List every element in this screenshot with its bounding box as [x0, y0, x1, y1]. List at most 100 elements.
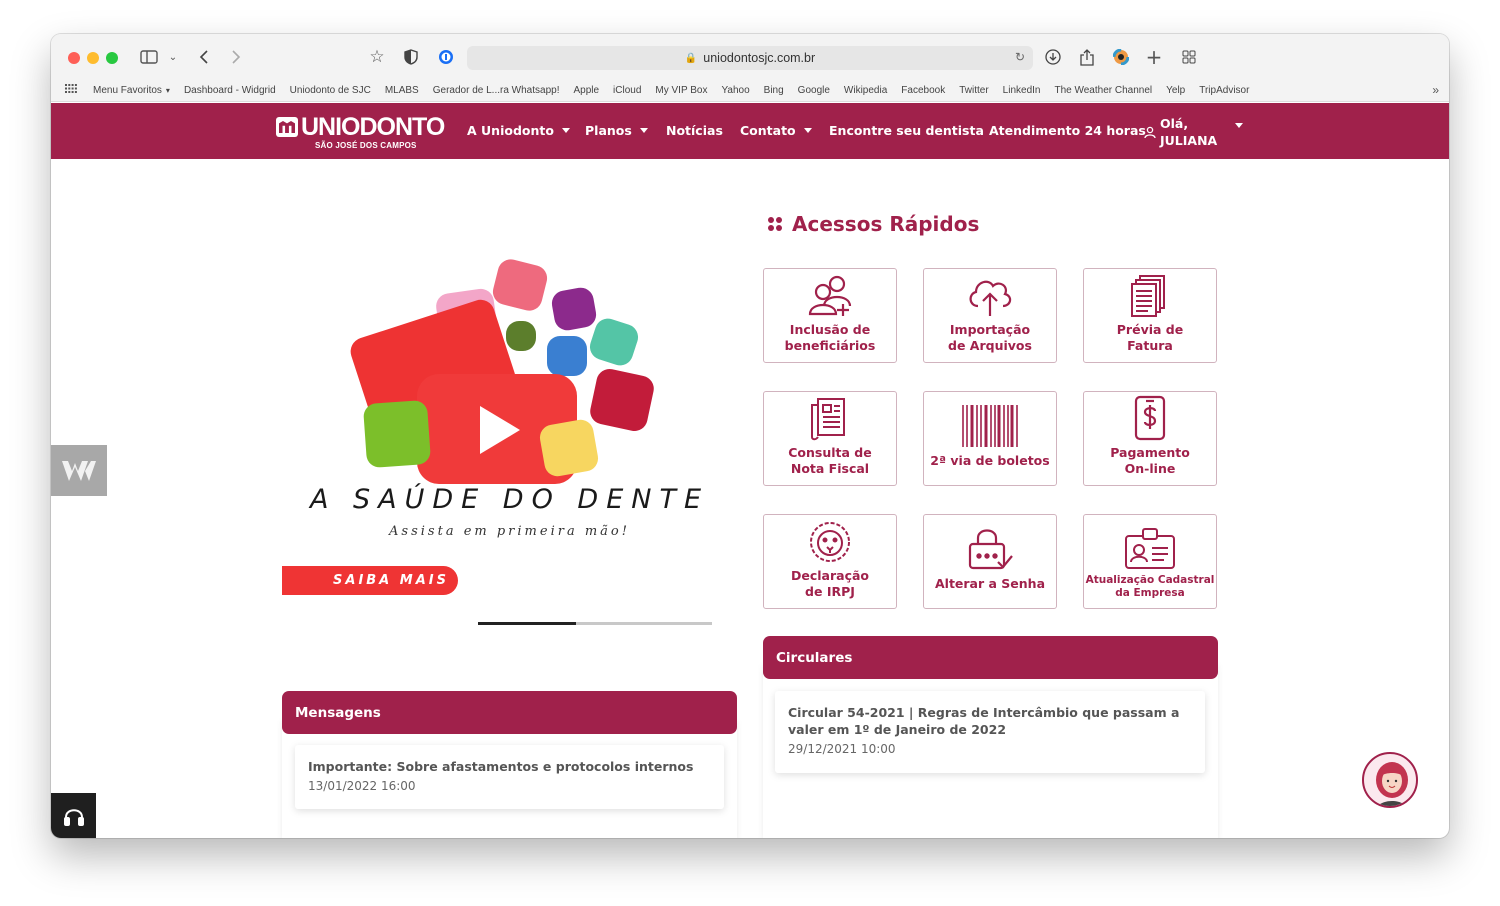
uniodonto-logo[interactable]: UNIODONTO SÃO JOSÉ DOS CAMPOS: [276, 114, 452, 150]
atualizacao-cadastral-button[interactable]: Atualização Cadastral da Empresa: [1083, 514, 1217, 609]
w-logo-icon: [62, 460, 96, 481]
qa-label: Atualização Cadastral da Empresa: [1085, 574, 1215, 599]
circular-title: Circular 54-2021 | Regras de Intercâmbio…: [788, 705, 1180, 737]
tab-overview-icon[interactable]: [1179, 47, 1199, 67]
close-window-button[interactable]: [68, 52, 80, 64]
nav-atendimento-24h[interactable]: Atendimento 24 horas: [989, 123, 1146, 138]
quick-access-grid: Inclusão de beneficiários Importação de Ar…: [763, 268, 1218, 610]
hero-carousel: A SAÚDE DO DENTE Assista em primeira mão…: [282, 226, 737, 666]
apps-grid-icon[interactable]: [65, 84, 77, 96]
saiba-mais-button[interactable]: SAIBA MAIS: [282, 566, 458, 595]
download-icon[interactable]: [1043, 47, 1063, 67]
chat-assistant-avatar[interactable]: [1362, 752, 1418, 808]
qa-label: Consulta de Nota Fiscal: [788, 445, 872, 476]
importacao-arquivos-button[interactable]: Importação de Arquivos: [923, 268, 1057, 363]
lock-icon: 🔒: [684, 52, 698, 64]
bookmark-item[interactable]: LinkedIn: [1003, 85, 1041, 96]
green-app-icon: [506, 321, 536, 351]
reload-icon[interactable]: ↻: [1015, 50, 1025, 64]
shield-icon[interactable]: [401, 47, 421, 67]
user-greeting: Olá,: [1160, 116, 1189, 131]
chevron-down-icon: [1235, 122, 1244, 128]
share-icon[interactable]: [1077, 47, 1097, 67]
dots-icon: [766, 215, 784, 233]
nav-contato[interactable]: Contato: [740, 123, 812, 138]
widget-tab[interactable]: [51, 445, 107, 496]
qa-label: Alterar a Senha: [934, 576, 1046, 591]
nav-noticias[interactable]: Notícias: [666, 123, 723, 138]
bookmark-item[interactable]: TripAdvisor: [1199, 85, 1249, 96]
dentist-app-icon: [586, 315, 642, 369]
previa-fatura-button[interactable]: Prévia de Fatura: [1083, 268, 1217, 363]
chevron-down-icon: ▾: [165, 85, 170, 95]
back-icon[interactable]: [194, 47, 214, 67]
circular-date: 29/12/2021 10:00: [788, 742, 896, 756]
yellow-app-icon: [537, 417, 601, 479]
bookmark-item[interactable]: Gerador de L...ra Whatsapp!: [433, 85, 560, 96]
bookmark-item[interactable]: My VIP Box: [655, 85, 707, 96]
zoom-window-button[interactable]: [106, 52, 118, 64]
sidebar-icon[interactable]: [139, 47, 159, 67]
bookmark-item[interactable]: Menu Favoritos: [93, 85, 162, 96]
baby-app-icon: [490, 256, 550, 314]
more-bookmarks-button[interactable]: »: [1432, 83, 1439, 97]
bookmark-item[interactable]: Bing: [764, 85, 784, 96]
logo-mark-icon: [276, 117, 298, 137]
play-icon[interactable]: [480, 406, 520, 454]
logo-subtitle: SÃO JOSÉ DOS CAMPOS: [315, 141, 417, 150]
new-tab-icon[interactable]: +: [1144, 45, 1164, 69]
inclusao-beneficiarios-button[interactable]: Inclusão de beneficiários: [763, 268, 897, 363]
headset-icon: [63, 808, 84, 826]
id-card-icon: [1125, 528, 1175, 569]
chevron-down-icon: [639, 128, 648, 133]
qa-label: Importação de Arquivos: [948, 322, 1032, 353]
hero-illustration[interactable]: [282, 226, 737, 484]
consulta-nota-fiscal-button[interactable]: Consulta de Nota Fiscal: [763, 391, 897, 486]
bookmark-item[interactable]: Facebook: [901, 85, 945, 96]
segunda-via-boletos-button[interactable]: 2ª via de boletos: [923, 391, 1057, 486]
mensagem-title: Importante: Sobre afastamentos e protoco…: [308, 759, 694, 774]
pagamento-online-button[interactable]: Pagamento On-line: [1083, 391, 1217, 486]
bookmark-item[interactable]: Dashboard - Widgrid: [184, 85, 276, 96]
qa-label: Declaração de IRPJ: [790, 568, 869, 599]
alterar-senha-button[interactable]: Alterar a Senha: [923, 514, 1057, 609]
bookmark-item[interactable]: Wikipedia: [844, 85, 887, 96]
color-extension-icon[interactable]: [1111, 47, 1131, 67]
logo-text: UNIODONTO: [301, 113, 445, 141]
star-icon[interactable]: ☆: [367, 47, 387, 67]
chevron-down-icon[interactable]: ⌄: [163, 47, 183, 67]
circulares-header: Circulares: [763, 636, 1218, 679]
password-manager-icon[interactable]: [436, 47, 456, 67]
qa-label: Inclusão de beneficiários: [784, 322, 876, 353]
bookmark-item[interactable]: Uniodonto de SJC: [290, 85, 371, 96]
nav-a-uniodonto[interactable]: A Uniodonto: [467, 123, 570, 138]
declaracao-irpj-button[interactable]: Declaração de IRPJ: [763, 514, 897, 609]
toothpaste-app-icon: [362, 399, 432, 469]
minimize-window-button[interactable]: [87, 52, 99, 64]
bookmark-item[interactable]: The Weather Channel: [1054, 85, 1152, 96]
bookmark-item[interactable]: iCloud: [613, 85, 641, 96]
bookmark-item[interactable]: Twitter: [959, 85, 988, 96]
bookmark-item[interactable]: Yahoo: [721, 85, 749, 96]
mensagem-date: 13/01/2022 16:00: [308, 779, 416, 793]
bookmark-item[interactable]: MLABS: [385, 85, 419, 96]
bookmark-item[interactable]: Google: [798, 85, 830, 96]
address-bar[interactable]: 🔒 uniodontosjc.com.br ↻: [467, 46, 1033, 70]
quick-access-title: Acessos Rápidos: [766, 212, 979, 236]
nav-planos[interactable]: Planos: [585, 123, 648, 138]
mensagem-card[interactable]: Importante: Sobre afastamentos e protoco…: [295, 745, 724, 809]
bookmark-item[interactable]: Apple: [573, 85, 599, 96]
mobile-payment-icon: [1134, 395, 1166, 441]
support-button[interactable]: [51, 793, 96, 838]
circular-card[interactable]: Circular 54-2021 | Regras de Intercâmbio…: [775, 691, 1205, 773]
hero-subtitle: Assista em primeira mão!: [389, 524, 630, 539]
carousel-progress[interactable]: [478, 622, 712, 625]
user-icon: [1144, 126, 1156, 138]
face-app-icon: [549, 285, 599, 333]
nav-encontre-dentista[interactable]: Encontre seu dentista: [829, 123, 984, 138]
smile-app-icon: [587, 366, 657, 434]
forward-icon[interactable]: [226, 47, 246, 67]
user-menu[interactable]: Olá, JULIANA: [1144, 115, 1244, 149]
browser-toolbar: ⌄ ☆ 🔒 uniodontosjc.com.br ↻ +: [51, 34, 1449, 80]
bookmark-item[interactable]: Yelp: [1166, 85, 1185, 96]
